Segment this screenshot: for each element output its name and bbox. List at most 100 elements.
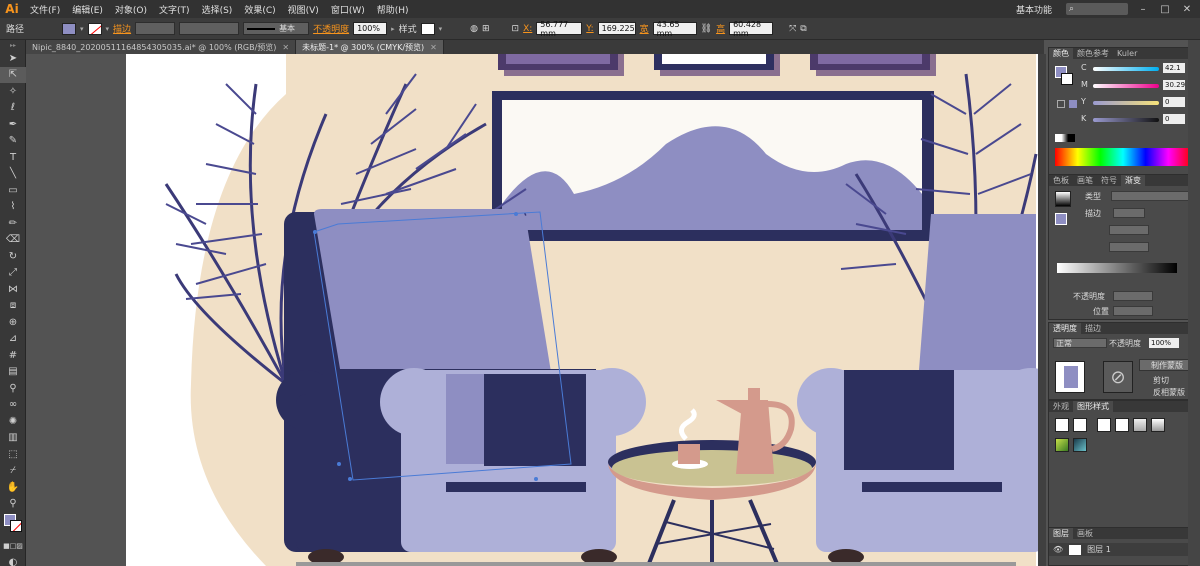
mesh-tool-icon[interactable]: # xyxy=(0,347,26,364)
tab-layers[interactable]: 图层 xyxy=(1049,528,1073,539)
artboard-tool-icon[interactable]: ⬚ xyxy=(0,446,26,463)
close-icon[interactable]: ✕ xyxy=(430,43,437,52)
line-tool-icon[interactable]: ╲ xyxy=(0,166,26,183)
opacity-label[interactable]: 不透明度 xyxy=(313,22,349,35)
tab-symbols[interactable]: 符号 xyxy=(1097,175,1121,186)
stroke-weight-field[interactable] xyxy=(135,22,176,35)
eye-icon[interactable]: 👁 xyxy=(1053,545,1063,554)
channel-c-field[interactable]: 42.1 xyxy=(1163,63,1185,73)
scale-tool-icon[interactable]: ⤢ xyxy=(0,265,26,282)
grip-icon[interactable]: ▸▸ xyxy=(0,40,26,50)
minimize-icon[interactable]: – xyxy=(1136,4,1150,15)
panel-scrollbar[interactable] xyxy=(1188,40,1200,566)
graphic-style-swatch[interactable] xyxy=(420,22,435,35)
align-icon[interactable]: ⊞ xyxy=(482,24,490,34)
gradient-tool-icon[interactable]: ▤ xyxy=(0,364,26,381)
channel-k-slider[interactable] xyxy=(1093,118,1159,122)
fill-swatch[interactable] xyxy=(62,22,77,35)
draw-mode-icon[interactable]: ◐ xyxy=(0,555,26,566)
symbol-sprayer-tool-icon[interactable]: ✺ xyxy=(0,413,26,430)
magic-wand-tool-icon[interactable]: ✧ xyxy=(0,83,26,100)
gradient-thumbnail[interactable] xyxy=(1055,191,1071,207)
pencil-tool-icon[interactable]: ✏ xyxy=(0,215,26,232)
transform-icon[interactable]: ⤧ xyxy=(789,24,796,34)
none-white-black-swatches[interactable] xyxy=(1055,134,1075,142)
stroke-swatch[interactable] xyxy=(87,22,102,35)
brush-definition-dropdown[interactable]: 基本 xyxy=(243,22,310,35)
tab-transparency[interactable]: 透明度 xyxy=(1049,323,1081,334)
color-mode-icon[interactable]: ■□▨ xyxy=(0,538,26,555)
tab-color-guide[interactable]: 颜色参考 xyxy=(1073,48,1113,59)
color-spectrum[interactable] xyxy=(1055,148,1191,166)
workspace-switcher[interactable]: 基本功能 xyxy=(1010,3,1058,16)
stroke-gradient-options[interactable] xyxy=(1113,208,1145,218)
height-field[interactable]: 60.428 mm xyxy=(729,20,774,38)
menu-help[interactable]: 帮助(H) xyxy=(371,3,415,16)
rectangle-tool-icon[interactable]: ▭ xyxy=(0,182,26,199)
graphic-style-white[interactable] xyxy=(1097,418,1111,432)
channel-m-field[interactable]: 30.29 xyxy=(1163,80,1185,90)
variable-width-dropdown[interactable] xyxy=(179,22,240,35)
cube-icon[interactable] xyxy=(1057,100,1065,108)
stroke-swatch[interactable] xyxy=(1061,73,1073,85)
width-field[interactable]: 43.65 mm xyxy=(652,20,697,38)
recolor-icon[interactable]: ◍ xyxy=(470,24,478,34)
menu-effect[interactable]: 效果(C) xyxy=(238,3,281,16)
pen-tool-icon[interactable]: ✒ xyxy=(0,116,26,133)
graphic-style-bevel[interactable] xyxy=(1133,418,1147,432)
tab-swatches[interactable]: 色板 xyxy=(1049,175,1073,186)
gradient-type-dropdown[interactable] xyxy=(1111,191,1195,201)
free-transform-tool-icon[interactable]: ⧈ xyxy=(0,298,26,315)
tab-gradient[interactable]: 渐变 xyxy=(1121,175,1145,186)
close-icon[interactable]: ✕ xyxy=(1180,4,1194,15)
chevron-right-icon[interactable]: ▸ xyxy=(391,25,395,33)
reference-point-icon[interactable]: ⊡ xyxy=(512,24,520,34)
chevron-down-icon[interactable]: ▾ xyxy=(439,25,443,33)
zoom-tool-icon[interactable]: ⚲ xyxy=(0,496,26,513)
channel-m-slider[interactable] xyxy=(1093,84,1159,88)
tab-document-2[interactable]: 未标题-1* @ 300% (CMYK/预览) ✕ xyxy=(296,40,444,54)
graphic-style-none[interactable] xyxy=(1073,418,1087,432)
chevron-down-icon[interactable]: ▾ xyxy=(106,25,110,33)
isolate-icon[interactable]: ⧉ xyxy=(800,24,806,34)
fill-stroke-control[interactable] xyxy=(0,512,25,538)
blend-mode-dropdown[interactable]: 正常 xyxy=(1053,338,1107,348)
slice-tool-icon[interactable]: ⌿ xyxy=(0,463,26,480)
gradient-slider[interactable] xyxy=(1057,263,1177,273)
menu-type[interactable]: 文字(T) xyxy=(153,3,196,16)
gradient-aspect-field[interactable] xyxy=(1109,242,1149,252)
tab-graphic-styles[interactable]: 图形样式 xyxy=(1073,401,1113,412)
graphic-style-green[interactable] xyxy=(1055,438,1069,452)
out-of-gamut-swatch[interactable] xyxy=(1069,100,1077,108)
maximize-icon[interactable]: □ xyxy=(1158,4,1172,15)
stroke-swatch[interactable] xyxy=(10,520,22,532)
channel-c-slider[interactable] xyxy=(1093,67,1159,71)
tab-appearance[interactable]: 外观 xyxy=(1049,401,1073,412)
column-graph-tool-icon[interactable]: ▥ xyxy=(0,430,26,447)
tab-color[interactable]: 颜色 xyxy=(1049,48,1073,59)
shape-builder-tool-icon[interactable]: ⊕ xyxy=(0,314,26,331)
rotate-tool-icon[interactable]: ↻ xyxy=(0,248,26,265)
perspective-grid-tool-icon[interactable]: ⊿ xyxy=(0,331,26,348)
menu-window[interactable]: 窗口(W) xyxy=(325,3,371,16)
make-mask-button[interactable]: 制作蒙版 xyxy=(1139,359,1195,371)
channel-k-field[interactable]: 0 xyxy=(1163,114,1185,124)
chevron-down-icon[interactable]: ▾ xyxy=(80,25,84,33)
paintbrush-tool-icon[interactable]: ⌇ xyxy=(0,199,26,216)
menu-edit[interactable]: 编辑(E) xyxy=(66,3,109,16)
direct-selection-tool-icon[interactable]: ⇱ xyxy=(0,66,26,83)
help-search-input[interactable]: ⌕ xyxy=(1066,3,1128,15)
transparency-opacity-field[interactable]: 100% xyxy=(1149,338,1179,348)
channel-y-slider[interactable] xyxy=(1093,101,1159,105)
tab-kuler[interactable]: Kuler xyxy=(1113,48,1141,59)
graphic-style-gloss[interactable] xyxy=(1151,418,1165,432)
graphic-style-default[interactable] xyxy=(1055,418,1069,432)
tab-brushes[interactable]: 画笔 xyxy=(1073,175,1097,186)
tab-document-1[interactable]: Nipic_8840_20200511164854305035.ai* @ 10… xyxy=(26,40,297,54)
clip-checkbox[interactable]: 剪切 xyxy=(1153,375,1169,386)
close-icon[interactable]: ✕ xyxy=(282,43,289,52)
graphic-style-teal[interactable] xyxy=(1073,438,1087,452)
invert-mask-checkbox[interactable]: 反相蒙版 xyxy=(1153,387,1185,398)
gradient-position-field[interactable] xyxy=(1113,306,1153,316)
fill-swatch[interactable] xyxy=(1055,213,1067,225)
